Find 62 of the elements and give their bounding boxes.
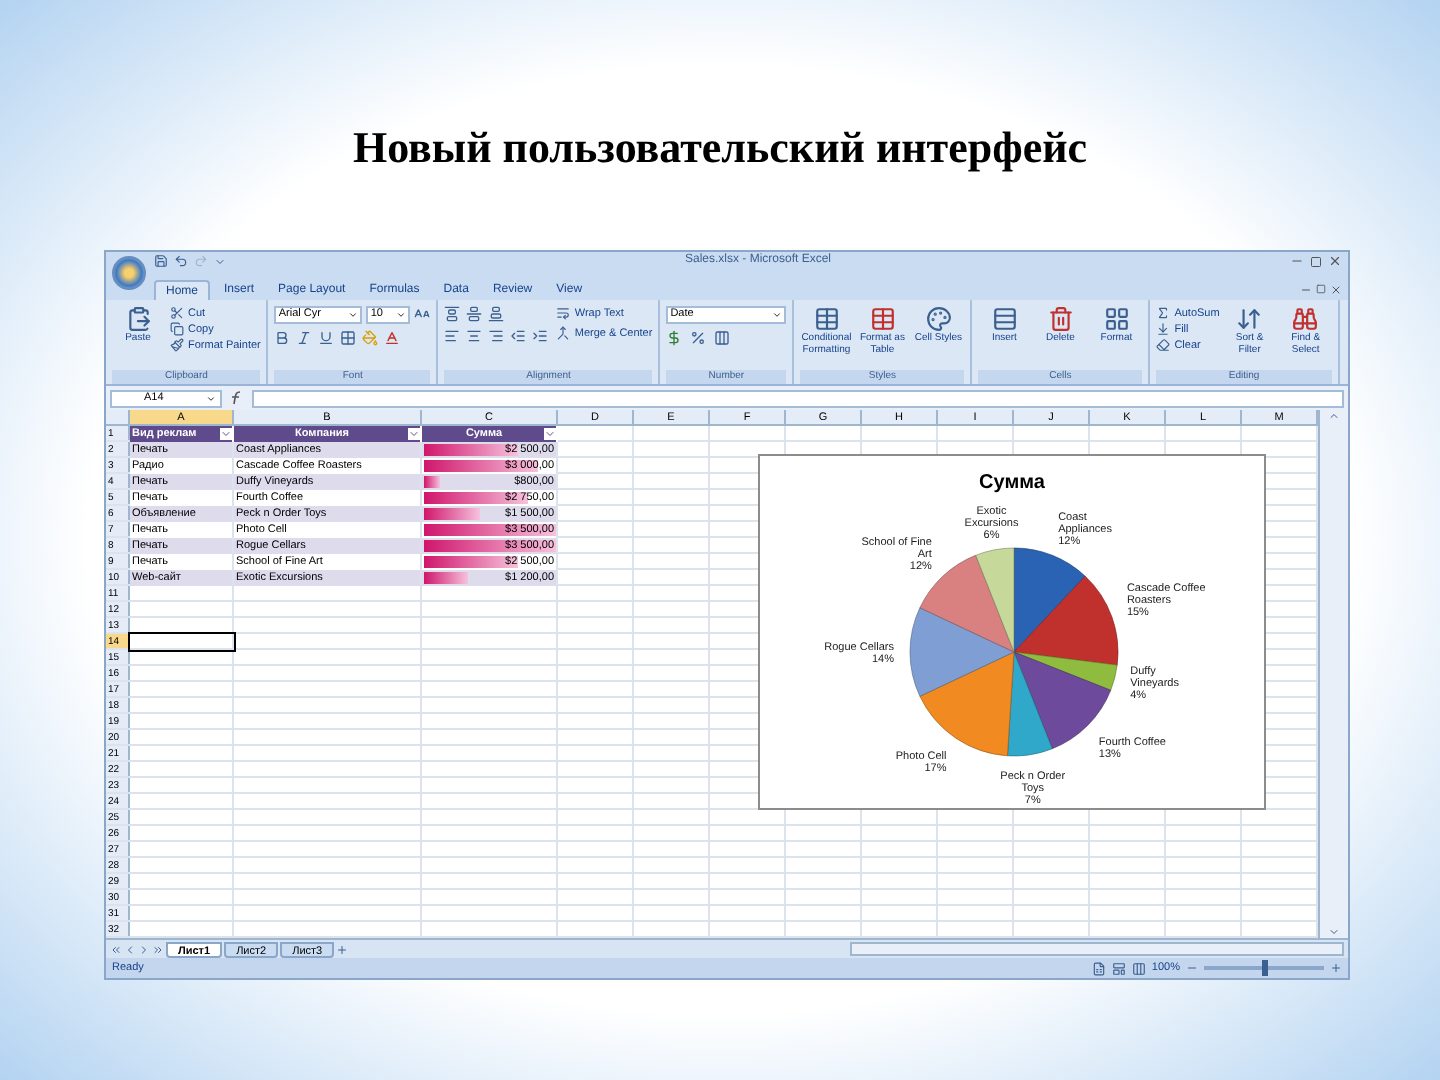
normal-view-icon[interactable]: [1091, 961, 1106, 976]
close-icon[interactable]: [1328, 254, 1342, 269]
rows-icon: [991, 305, 1018, 332]
eraser-icon: [1156, 338, 1171, 353]
currency-icon[interactable]: [666, 329, 683, 346]
first-sheet-icon[interactable]: [110, 943, 122, 956]
fill-color-icon[interactable]: [362, 329, 379, 346]
underline-icon[interactable]: [318, 329, 335, 346]
merge-icon: [556, 326, 571, 341]
page-layout-icon[interactable]: [1111, 961, 1126, 976]
page-break-icon[interactable]: [1131, 961, 1146, 976]
table-icon: [813, 305, 840, 332]
trash-icon: [1047, 305, 1074, 332]
table-icon: [869, 305, 896, 332]
indent-icon[interactable]: [510, 327, 527, 344]
palette-icon: [925, 305, 952, 332]
caret-icon: [206, 393, 216, 404]
border-icon[interactable]: [340, 329, 357, 346]
align-middle-icon[interactable]: [466, 305, 483, 322]
zoom-slider[interactable]: [1204, 966, 1324, 971]
horizontal-scrollbar[interactable]: [850, 942, 1344, 957]
save-icon[interactable]: [154, 254, 168, 269]
align-top-icon[interactable]: [444, 305, 461, 322]
align-center-icon[interactable]: [466, 327, 483, 344]
sort-icon: [1236, 305, 1263, 332]
font-size-icon[interactable]: [414, 306, 431, 323]
formula-field[interactable]: [252, 389, 1344, 408]
paintbrush-icon: [170, 338, 184, 353]
align-left-icon[interactable]: [444, 327, 461, 344]
filter-dropdown-icon[interactable]: [220, 428, 232, 441]
clipboard-icon: [125, 305, 151, 332]
scissors-icon: [170, 306, 184, 321]
last-sheet-icon[interactable]: [152, 943, 164, 956]
align-right-icon[interactable]: [488, 327, 505, 344]
filter-dropdown-icon[interactable]: [544, 428, 556, 441]
down-arrow-icon: [1156, 322, 1171, 337]
sigma-icon: [1156, 306, 1171, 321]
bold-icon[interactable]: [274, 329, 291, 346]
font-color-icon[interactable]: [384, 329, 401, 346]
percent-icon[interactable]: [690, 329, 707, 346]
italic-icon[interactable]: [296, 329, 313, 346]
caret-icon: [348, 309, 359, 320]
wrap-text-icon: [556, 306, 571, 321]
grid-icon: [1103, 305, 1130, 332]
close-icon[interactable]: [1330, 283, 1342, 296]
zoom-in-icon[interactable]: [1330, 962, 1342, 975]
maximize-icon[interactable]: [1310, 255, 1322, 268]
align-bottom-icon[interactable]: [488, 305, 505, 322]
chart-title: Сумма: [979, 472, 1045, 495]
slider-thumb[interactable]: [1262, 960, 1268, 977]
insert-sheet-icon[interactable]: [336, 943, 349, 956]
restore-icon[interactable]: [1316, 283, 1326, 294]
caret-icon: [396, 309, 407, 320]
undo-icon[interactable]: [174, 254, 188, 269]
caret-icon: [772, 309, 783, 320]
active-cell[interactable]: [130, 634, 234, 651]
search-icon: [1292, 305, 1319, 332]
slide-title: Новый пользовательский интерфейс: [352, 120, 1088, 176]
copy-icon: [170, 322, 184, 337]
function-icon[interactable]: [228, 390, 246, 407]
indent-icon[interactable]: [532, 327, 549, 344]
filter-dropdown-icon[interactable]: [408, 428, 420, 441]
